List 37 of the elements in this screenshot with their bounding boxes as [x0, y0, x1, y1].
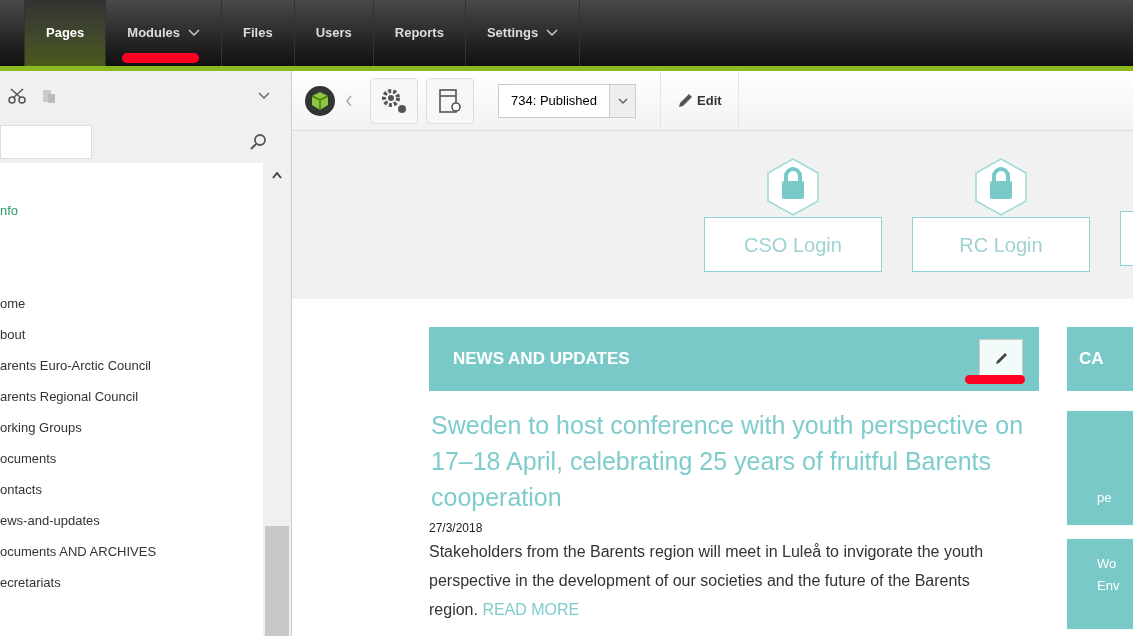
tree-item[interactable]: arents Regional Council	[0, 381, 263, 412]
tree-item[interactable]: ocuments AND ARCHIVES	[0, 536, 263, 567]
chevron-down-icon	[188, 29, 201, 37]
article-summary: Stakeholders from the Barents region will meet in Luleå to invigorate the youth perspective in the development of our societies and the future of the Barents region. READ MORE	[429, 542, 985, 620]
tree-item[interactable]: ocuments	[0, 443, 263, 474]
version-dropdown[interactable]: 734: Published	[498, 83, 636, 118]
nav-tab[interactable]: Pages	[25, 0, 107, 66]
search-field[interactable]	[0, 125, 92, 159]
scrollbar[interactable]	[263, 163, 291, 636]
logo-icon[interactable]	[304, 84, 336, 117]
edit-button[interactable]: Edit	[660, 70, 739, 131]
tree-item[interactable]: orking Groups	[0, 412, 263, 443]
chevron-down-icon	[616, 96, 629, 105]
article-date: 27/3/2018	[429, 520, 484, 537]
page-gear-icon	[438, 87, 462, 114]
chevron-down-icon	[546, 29, 559, 37]
pencil-icon	[677, 92, 693, 109]
section-heading: NEWS AND UPDATES	[453, 348, 631, 371]
tree-item[interactable]: ome	[0, 288, 263, 319]
page-settings-button[interactable]	[426, 77, 474, 124]
section-heading: CA	[1079, 348, 1104, 371]
lock-icon	[766, 157, 820, 217]
scroll-thumb[interactable]	[265, 526, 289, 636]
tree-item[interactable]: arents Euro-Arctic Council	[0, 350, 263, 381]
chevron-down-icon[interactable]	[257, 91, 271, 101]
tree-item[interactable]: bout	[0, 319, 263, 350]
gears-icon	[380, 86, 408, 115]
tree-item[interactable]: ontacts	[0, 474, 263, 505]
tree-item[interactable]: ews-and-updates	[0, 505, 263, 536]
cut-icon[interactable]	[8, 88, 26, 104]
pencil-icon	[993, 351, 1009, 367]
settings-button[interactable]	[370, 77, 418, 124]
tree-item[interactable]: nfo	[0, 195, 263, 226]
lock-icon	[974, 157, 1028, 217]
scroll-up-icon[interactable]	[271, 171, 283, 179]
tree-item[interactable]: ecretariats	[0, 567, 263, 598]
search-icon[interactable]	[249, 133, 267, 151]
